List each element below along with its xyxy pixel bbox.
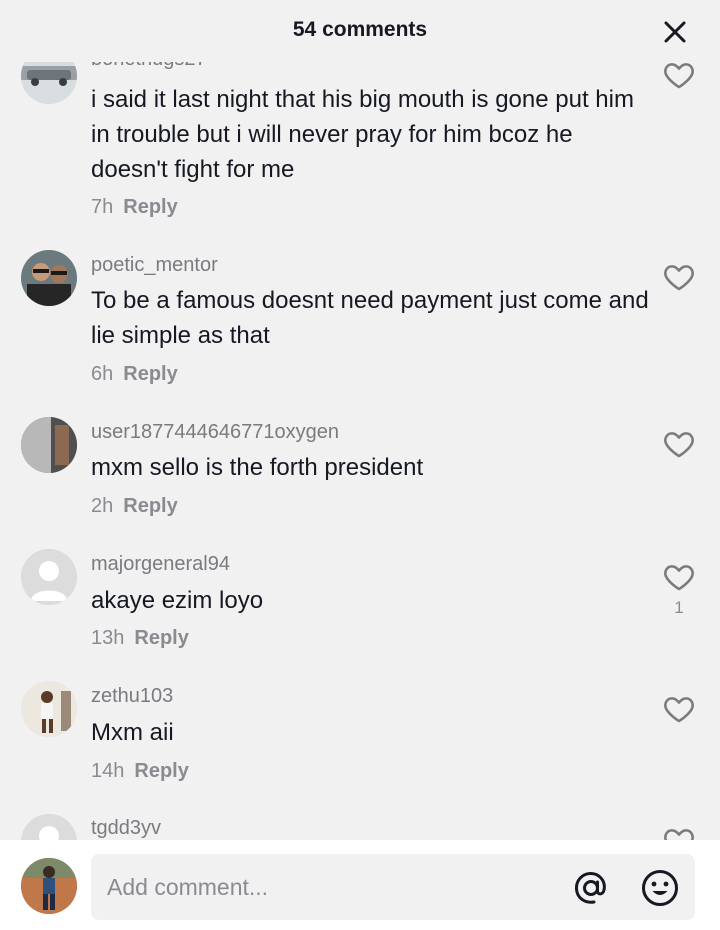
comment-text: i said it last night that his big mouth … — [91, 86, 634, 183]
heart-icon[interactable] — [662, 260, 696, 294]
comment-meta: 2h Reply — [91, 495, 178, 518]
comment-composer — [0, 840, 720, 930]
close-icon[interactable] — [660, 17, 690, 47]
comment-meta: 14h Reply — [91, 760, 189, 783]
reply-button[interactable]: Reply — [123, 363, 177, 385]
like-count: 1 — [674, 598, 684, 617]
emoji-icon[interactable] — [640, 868, 680, 908]
comment-username[interactable]: tgdd3yv — [91, 817, 161, 840]
avatar[interactable] — [21, 681, 77, 737]
comment-time: 14h — [91, 760, 125, 782]
comment-text: mxm sello is the forth president — [91, 454, 424, 481]
comment-time: 13h — [91, 627, 125, 649]
comment-time: 6h — [91, 363, 114, 385]
heart-icon[interactable] — [662, 824, 696, 840]
avatar[interactable] — [21, 250, 77, 306]
reply-button[interactable]: Reply — [123, 495, 177, 517]
comment-text: akaye ezim loyo — [91, 587, 264, 614]
comment-username[interactable]: user1877444646771oxygen — [91, 421, 339, 444]
current-user-avatar — [21, 858, 77, 914]
heart-icon[interactable] — [662, 692, 696, 726]
comment-meta: 6h Reply — [91, 363, 178, 386]
comment-meta: 7h Reply — [91, 196, 178, 219]
at-sign-icon[interactable] — [571, 868, 611, 908]
heart-icon[interactable] — [662, 58, 696, 92]
comment-meta: 13h Reply — [91, 627, 189, 650]
comment-time: 7h — [91, 196, 114, 218]
avatar[interactable] — [21, 417, 77, 473]
comment-username[interactable]: poetic_mentor — [91, 254, 218, 277]
comment-username[interactable]: zethu103 — [91, 685, 173, 708]
heart-icon[interactable] — [662, 560, 696, 594]
avatar[interactable] — [21, 814, 77, 840]
reply-button[interactable]: Reply — [123, 196, 177, 218]
comment-text: To be a famous doesnt need payment just … — [91, 287, 649, 349]
comment-time: 2h — [91, 495, 114, 517]
comments-count-title: 54 comments — [292, 18, 428, 41]
comment-text: Mxm aii — [91, 719, 174, 746]
comments-list[interactable]: bonethugs27 i said it last night that hi… — [0, 0, 720, 840]
avatar[interactable] — [21, 549, 77, 605]
reply-button[interactable]: Reply — [134, 627, 188, 649]
heart-icon[interactable] — [662, 427, 696, 461]
reply-button[interactable]: Reply — [134, 760, 188, 782]
comments-header: 54 comments — [0, 0, 720, 62]
comment-username[interactable]: majorgeneral94 — [91, 553, 230, 576]
